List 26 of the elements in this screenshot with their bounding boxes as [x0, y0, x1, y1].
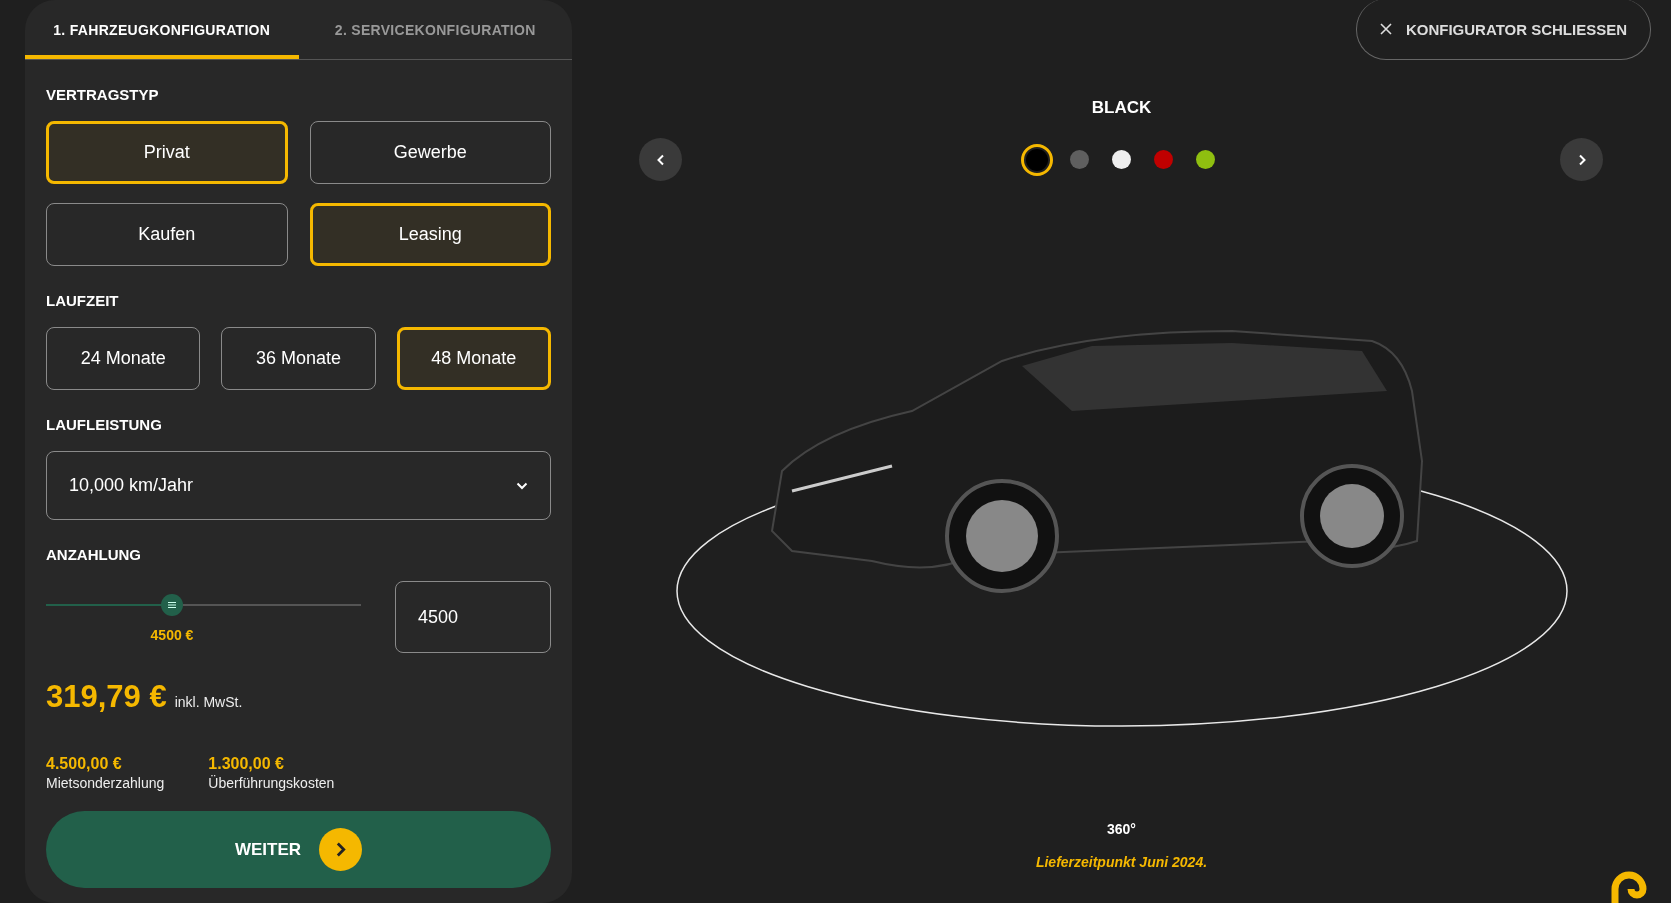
section-title: VERTRAGSTYP — [46, 86, 160, 103]
option-button[interactable]: Privat — [46, 121, 288, 184]
term-button[interactable]: 36 Monate — [221, 327, 376, 390]
fee-label: Mietsonderzahlung — [46, 775, 165, 791]
step-tab[interactable]: 1. FAHRZEUGKONFIGURATION — [25, 0, 299, 59]
fee-amount: 1.300,00 € — [208, 755, 285, 773]
color-name: BLACK — [1091, 98, 1152, 118]
section-title: ANZAHLUNG — [46, 546, 142, 563]
section-title: LAUFLEISTUNG — [46, 416, 163, 433]
monthly-price: 319,79 € — [46, 679, 167, 715]
option-button[interactable]: Kaufen — [46, 203, 288, 266]
next-button[interactable]: WEITER — [46, 811, 551, 888]
fee-label: Überführungskosten — [208, 775, 335, 791]
step-tab[interactable]: 2. SERVICEKONFIGURATION — [298, 0, 572, 59]
option-button[interactable]: Gewerbe — [309, 121, 551, 184]
term-button[interactable]: 24 Monate — [46, 327, 201, 390]
mileage-dropdown[interactable]: 10,000 km/Jahr — [46, 451, 551, 520]
term-button[interactable]: 48 Monate — [396, 327, 551, 390]
vat-note: inkl. MwSt. — [174, 694, 243, 710]
down-payment-field[interactable]: 4500 — [395, 581, 551, 653]
option-button[interactable]: Leasing — [309, 203, 551, 266]
delivery-note: Lieferzeitpunkt Juni 2024. — [1035, 854, 1208, 870]
fee-amount: 4.500,00 € — [46, 755, 123, 773]
section-title: LAUFZEIT — [46, 292, 120, 309]
slider-value: 4500 € — [150, 627, 194, 643]
rotation-label: 360° — [1107, 821, 1136, 837]
